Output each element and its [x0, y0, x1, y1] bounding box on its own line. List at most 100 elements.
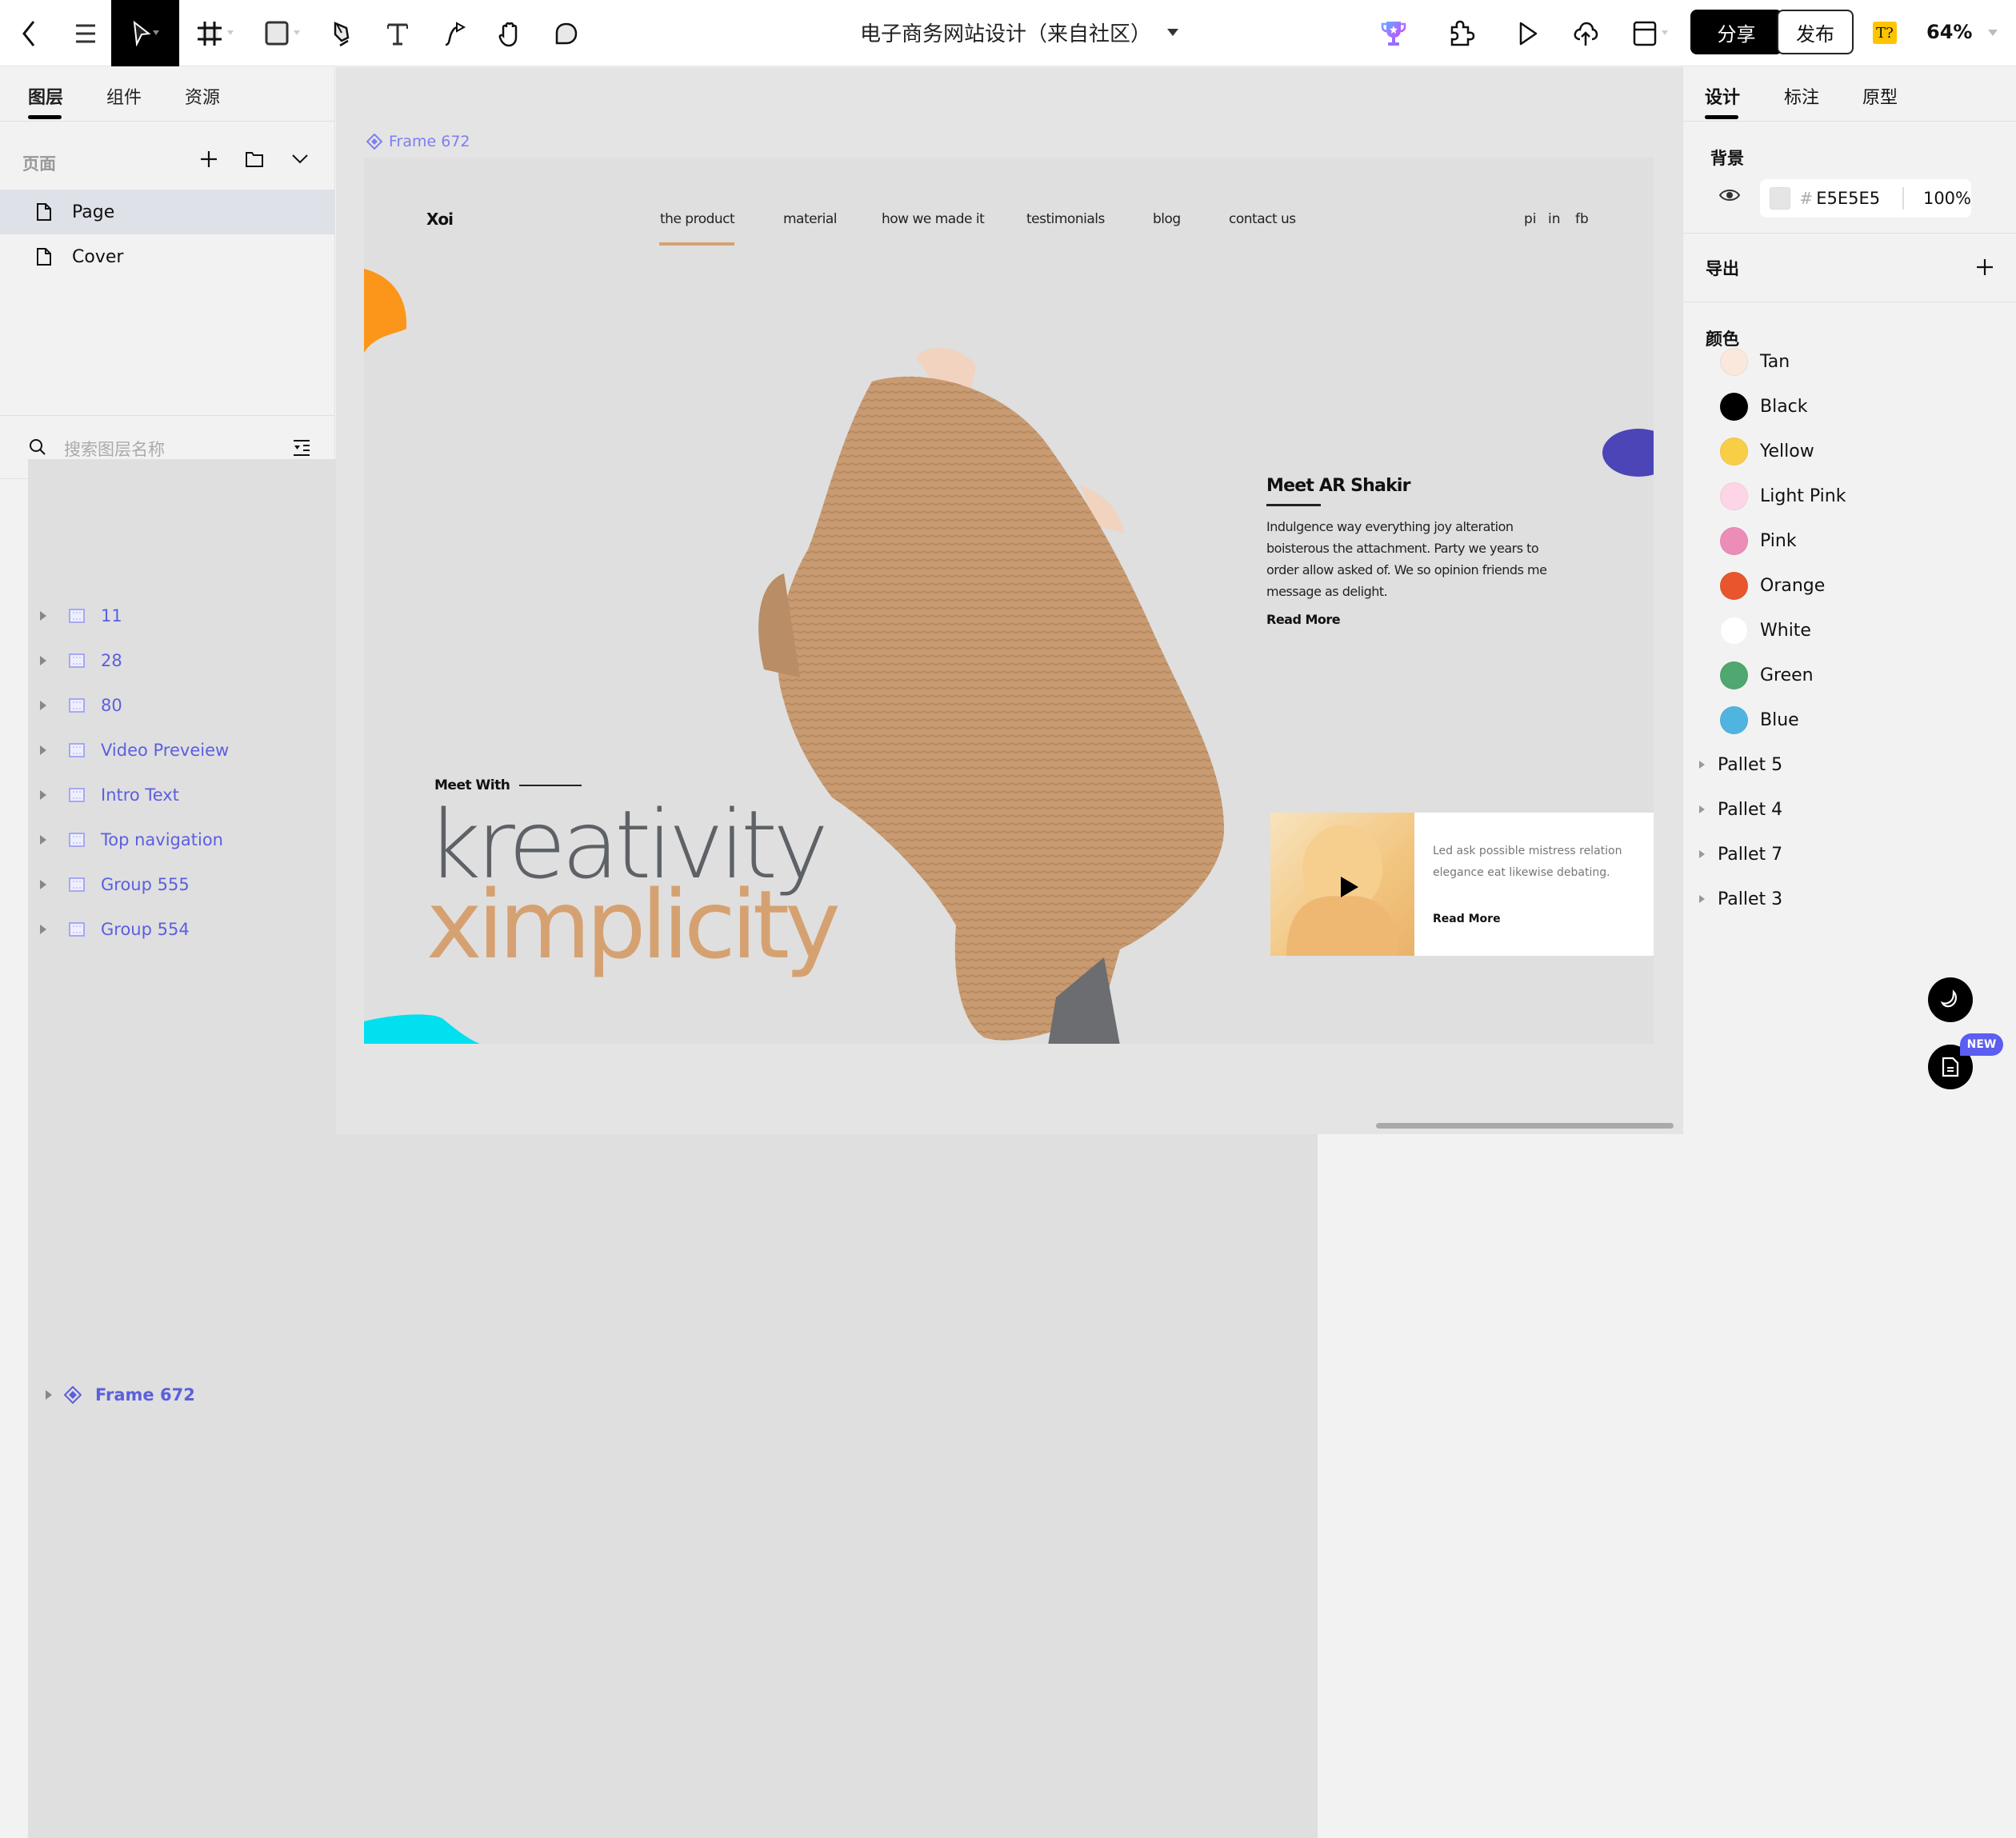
design-frame[interactable]: Xoi the product material how we made it … [364, 158, 1654, 1044]
trophy-button[interactable] [1376, 0, 1411, 66]
color-style-item[interactable]: Pink [1720, 518, 1797, 563]
text-tool[interactable] [382, 0, 414, 66]
color-swatch [1720, 705, 1748, 734]
tab-layers[interactable]: 图层 [28, 83, 63, 109]
expand-arrow-icon[interactable] [1699, 850, 1705, 858]
expand-arrow-icon[interactable] [40, 790, 46, 800]
background-hex[interactable]: E5E5E5 [1816, 189, 1880, 208]
color-style-item[interactable]: White [1720, 608, 1811, 653]
layer-item[interactable]: Group 555 [0, 862, 334, 907]
expand-arrow-icon[interactable] [46, 1390, 52, 1400]
pages-label: 页面 [22, 154, 56, 174]
share-button[interactable]: 分享 [1690, 10, 1782, 54]
expand-arrow-icon[interactable] [1699, 761, 1705, 769]
document-icon [1942, 1057, 1959, 1077]
pallet-group[interactable]: Pallet 5 [1699, 742, 1782, 787]
color-name: Pink [1760, 530, 1797, 551]
expand-arrow-icon[interactable] [40, 880, 46, 889]
filter-icon[interactable] [292, 438, 311, 458]
connector-tool-icon [445, 21, 466, 46]
publish-button[interactable]: 发布 [1777, 10, 1854, 54]
color-style-item[interactable]: Blue [1720, 697, 1799, 742]
layer-item[interactable]: 11 [0, 593, 334, 638]
frame-label[interactable]: Frame 672 [366, 133, 470, 150]
expand-arrow-icon[interactable] [40, 656, 46, 665]
color-style-item[interactable]: Yellow [1720, 429, 1814, 473]
canvas[interactable]: Frame 672 Xoi the product material how w… [336, 67, 1682, 1134]
color-name: White [1760, 620, 1811, 641]
active-tab-indicator [1705, 115, 1738, 119]
zoom-level[interactable]: 64% [1926, 21, 1972, 43]
dark-mode-button[interactable] [1928, 977, 1973, 1022]
layer-item[interactable]: Video Preveiew [0, 728, 334, 773]
layer-item[interactable]: Top navigation [0, 817, 334, 862]
social-in: in [1548, 211, 1561, 227]
layer-label: 11 [101, 606, 122, 625]
back-button[interactable] [11, 0, 46, 66]
page-icon [37, 203, 51, 221]
add-page-icon[interactable] [199, 150, 218, 169]
comment-tool-icon [555, 22, 578, 44]
tab-assets[interactable]: 资源 [185, 83, 220, 109]
color-style-item[interactable]: Light Pink [1720, 473, 1846, 518]
background-color-field[interactable]: # E5E5E5 100% [1760, 179, 1971, 218]
group-icon [69, 922, 85, 937]
expand-arrow-icon[interactable] [40, 701, 46, 710]
layer-item[interactable]: Intro Text [0, 773, 334, 817]
connector-tool[interactable] [438, 0, 470, 66]
layer-item[interactable]: 80 [0, 683, 334, 728]
page-item-cover[interactable]: Cover [0, 234, 334, 279]
background-swatch[interactable] [1770, 187, 1791, 210]
expand-arrow-icon[interactable] [40, 925, 46, 934]
tab-design[interactable]: 设计 [1705, 83, 1740, 109]
layer-label: Intro Text [101, 785, 179, 805]
background-section: 背景 # E5E5E5 100% [1683, 122, 2016, 234]
layout-button[interactable] [1628, 0, 1676, 66]
comment-tool[interactable] [550, 0, 582, 66]
expand-arrow-icon[interactable] [40, 835, 46, 845]
tab-prototype[interactable]: 原型 [1862, 83, 1898, 109]
pallet-group[interactable]: Pallet 4 [1699, 787, 1782, 832]
chevron-down-icon[interactable] [291, 153, 309, 166]
tab-components[interactable]: 组件 [106, 83, 142, 109]
menu-button[interactable] [66, 0, 106, 66]
horizontal-scrollbar[interactable] [1376, 1123, 1674, 1129]
color-style-item[interactable]: Green [1720, 653, 1814, 697]
pallet-group[interactable]: Pallet 3 [1699, 877, 1782, 921]
eye-icon[interactable] [1718, 187, 1741, 203]
color-style-item[interactable]: Orange [1720, 563, 1825, 608]
tab-annotate[interactable]: 标注 [1784, 83, 1819, 109]
expand-arrow-icon[interactable] [1699, 895, 1705, 903]
group-icon [69, 833, 85, 847]
shape-tool[interactable] [260, 0, 308, 66]
folder-icon[interactable] [245, 150, 264, 169]
color-style-item[interactable]: Black [1720, 384, 1808, 429]
zoom-dropdown-icon[interactable] [1988, 30, 1998, 36]
group-icon [69, 609, 85, 623]
file-title[interactable]: 电子商务网站设计（来自社区） [860, 18, 1179, 47]
background-opacity[interactable]: 100% [1923, 189, 1971, 208]
page-item-page[interactable]: Page [0, 190, 334, 234]
help-button[interactable]: T? [1873, 22, 1897, 44]
layer-item[interactable]: Group 554 [0, 907, 334, 952]
pallet-group[interactable]: Pallet 7 [1699, 832, 1782, 877]
upload-button[interactable] [1568, 0, 1603, 66]
move-tool[interactable] [111, 0, 179, 66]
add-export-icon[interactable] [1975, 258, 1994, 277]
pallet-name: Pallet 3 [1718, 889, 1783, 909]
plugins-button[interactable] [1444, 0, 1479, 66]
color-style-item[interactable]: Tan [1720, 339, 1790, 384]
layer-item[interactable]: 28 [0, 638, 334, 683]
color-swatch [1720, 616, 1748, 645]
search-icon [30, 439, 46, 455]
expand-arrow-icon[interactable] [40, 745, 46, 755]
preview-button[interactable] [1512, 0, 1544, 66]
pen-tool[interactable] [326, 0, 358, 66]
export-label: 导出 [1706, 259, 1739, 278]
search-placeholder: 搜索图层名称 [64, 440, 165, 459]
hand-tool[interactable] [494, 0, 526, 66]
frame-tool[interactable] [192, 0, 240, 66]
export-section: 导出 [1683, 234, 2016, 302]
expand-arrow-icon[interactable] [40, 611, 46, 621]
expand-arrow-icon[interactable] [1699, 805, 1705, 813]
